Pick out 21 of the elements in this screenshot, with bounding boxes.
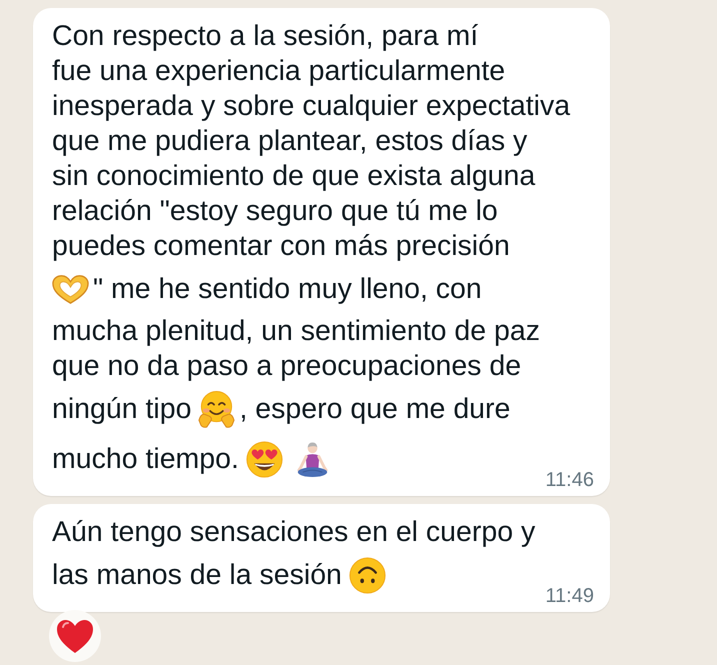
- message-text: fue una experiencia particularmente: [52, 55, 506, 88]
- message-text: ningún tipo: [52, 392, 192, 426]
- message-text: , espero que me dure: [239, 392, 510, 426]
- message-text: puedes comentar con más precisión: [52, 230, 510, 263]
- message-text: sin conocimiento de que exista alguna: [52, 160, 536, 193]
- message-time: 11:46: [545, 468, 594, 492]
- message-text: Aún tengo sensaciones en el cuerpo y: [52, 516, 536, 549]
- message-text: que no da paso a preocupaciones de: [52, 350, 522, 383]
- message-text: mucha plenitud, un sentimiento de paz: [52, 315, 540, 348]
- heart-reaction-icon[interactable]: [49, 610, 101, 662]
- message-text: relación "estoy seguro que tú me lo: [52, 195, 498, 228]
- hugging-face-icon: [197, 390, 236, 428]
- message-text: mucho tiempo.: [52, 442, 239, 476]
- message-text: inesperada y sobre cualquier expectativa: [52, 90, 570, 123]
- message-text: Con respecto a la sesión, para mí: [52, 20, 478, 53]
- heart-eyes-face-icon: [244, 440, 284, 478]
- message-text: que me pudiera plantear, estos días y: [52, 125, 528, 158]
- message-text: las manos de la sesión: [52, 558, 342, 592]
- message-text: " me he sentido muy lleno, con: [93, 272, 482, 306]
- message-time: 11:49: [545, 584, 594, 608]
- upside-down-face-icon: [348, 556, 387, 594]
